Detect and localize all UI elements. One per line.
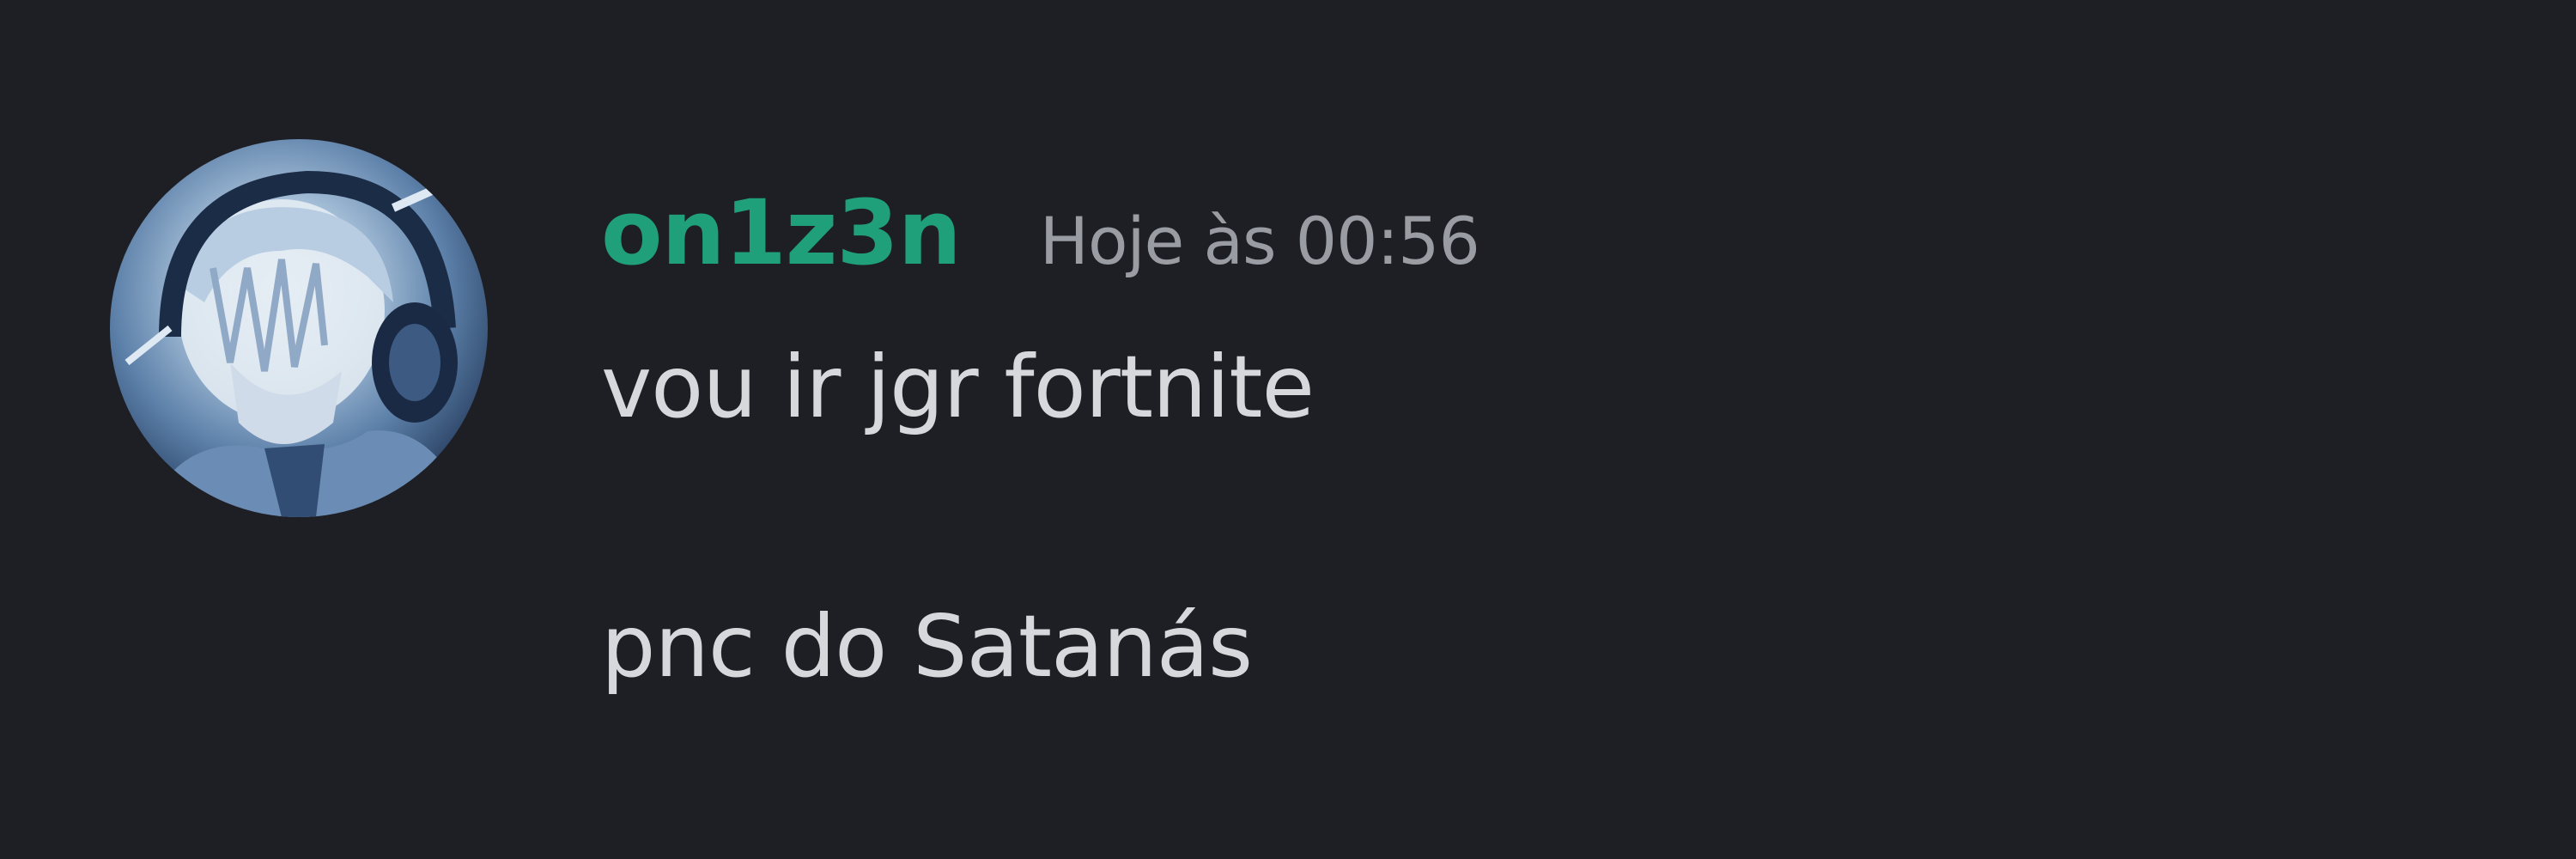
avatar-image bbox=[125, 169, 473, 517]
author-username[interactable]: on1z3n bbox=[601, 180, 962, 285]
message-line: vou ir jgr fortnite bbox=[601, 337, 1315, 437]
chat-message: on1z3n Hoje às 00:56 vou ir jgr fortnite… bbox=[0, 0, 2576, 859]
chat-view: on1z3n Hoje às 00:56 vou ir jgr fortnite… bbox=[0, 0, 2576, 859]
user-avatar[interactable] bbox=[110, 139, 488, 517]
message-timestamp[interactable]: Hoje às 00:56 bbox=[1040, 203, 1480, 279]
message-header: on1z3n Hoje às 00:56 bbox=[601, 180, 1480, 285]
message-line: pnc do Satanás bbox=[601, 596, 1253, 697]
